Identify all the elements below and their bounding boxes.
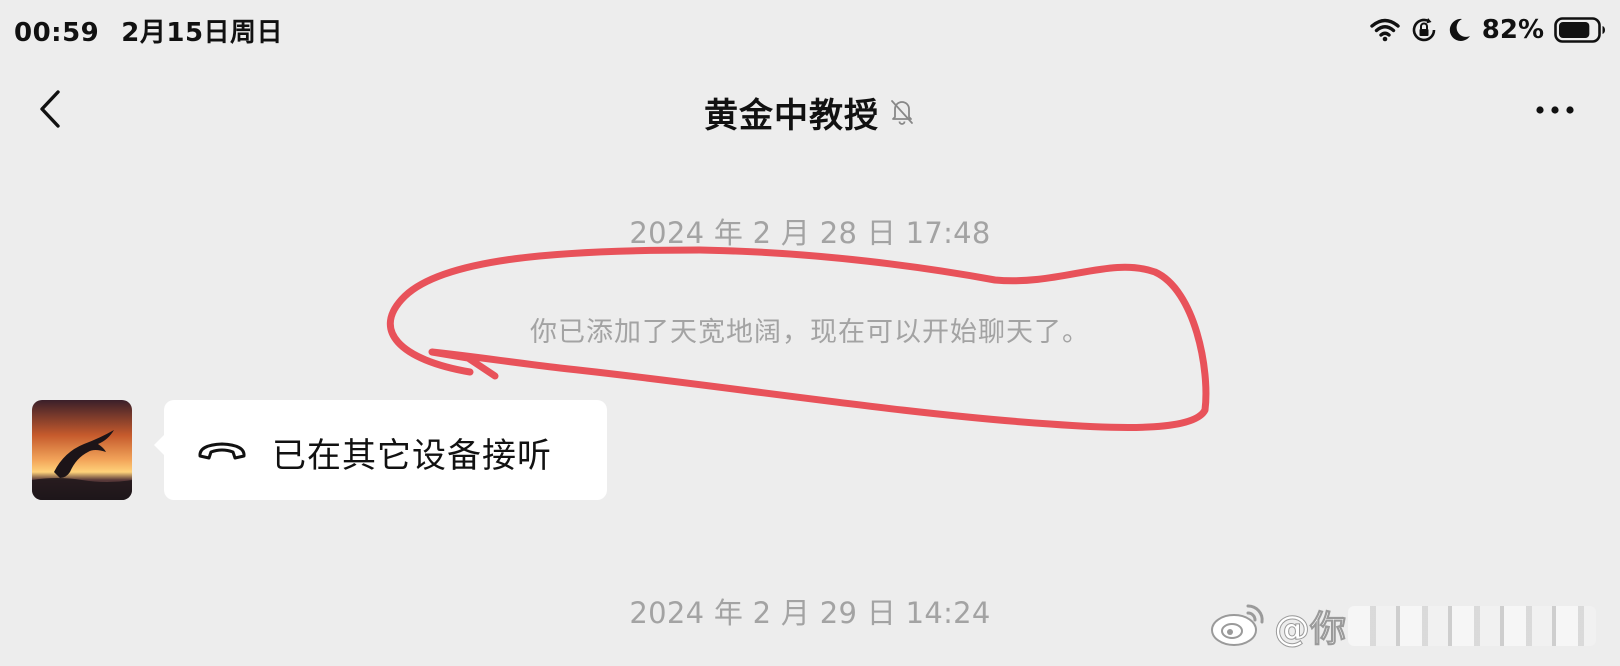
bubble-tail: [154, 434, 165, 456]
battery-percent: 82%: [1481, 15, 1544, 45]
moon-icon: [1448, 17, 1472, 43]
status-time: 00:59: [14, 18, 100, 48]
avatar[interactable]: [32, 400, 132, 500]
call-message-bubble[interactable]: 已在其它设备接听: [154, 400, 607, 500]
watermark-text: @你: [1273, 609, 1347, 651]
system-message: 你已添加了天宽地阔，现在可以开始聊天了。: [530, 317, 1090, 348]
status-icons: 82%: [1370, 10, 1606, 50]
watermark-obscured: [1348, 606, 1596, 646]
call-message-text: 已在其它设备接听: [272, 436, 552, 476]
chat-title: 黄金中教授: [703, 96, 879, 136]
more-button[interactable]: [1530, 92, 1580, 128]
message-timestamp: 2024 年 2 月 28 日 17:48: [629, 216, 991, 250]
weibo-watermark: @你: [1208, 594, 1608, 656]
phone-hangup-icon: [194, 434, 250, 472]
more-dots-icon: [1536, 106, 1574, 114]
orientation-lock-icon: [1410, 16, 1438, 44]
wifi-icon: [1370, 18, 1400, 42]
status-date: 2月15日周日: [121, 18, 284, 48]
battery-icon: [1554, 17, 1606, 43]
status-bar: 00:59 2月15日周日 82%: [0, 0, 1620, 62]
nav-title-wrap: 黄金中教授: [0, 88, 1620, 137]
bell-slash-icon: [888, 96, 916, 130]
weibo-logo-icon: [1208, 598, 1268, 654]
status-time-date: 00:59 2月15日周日: [14, 12, 283, 49]
nav-bar: 黄金中教授: [0, 70, 1620, 150]
